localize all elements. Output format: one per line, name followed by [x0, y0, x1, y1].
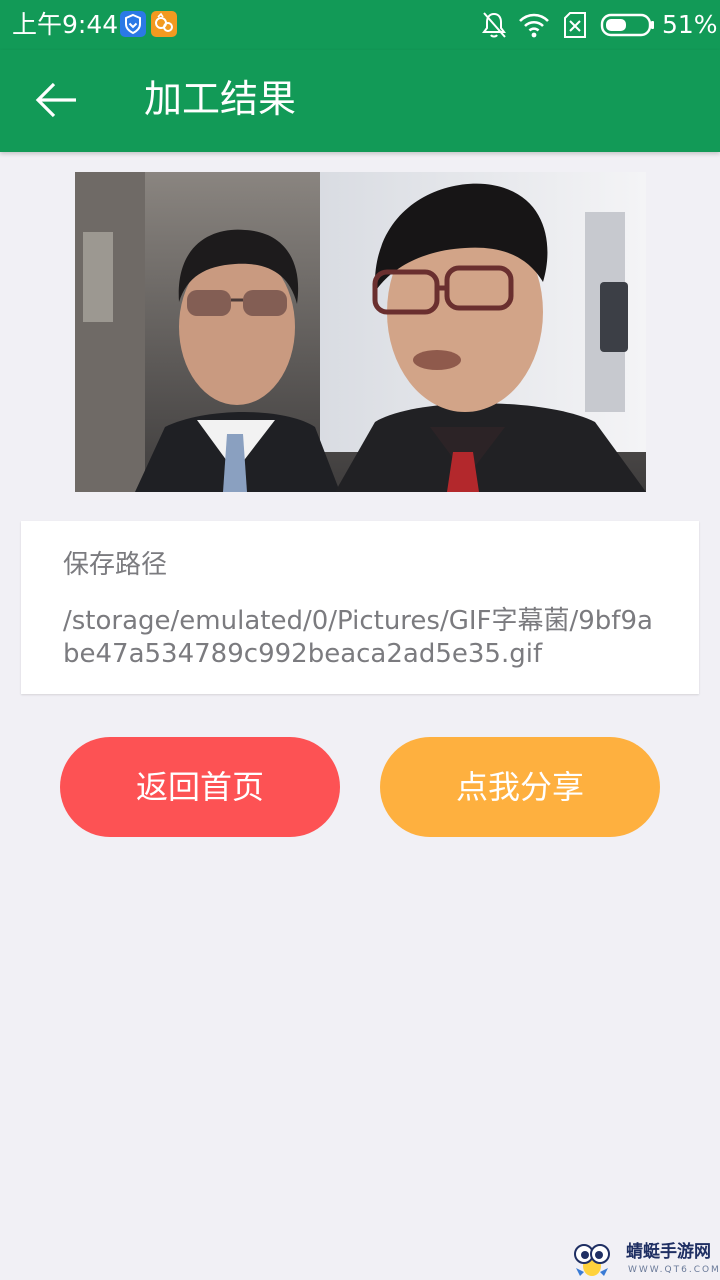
battery-level-fill	[606, 19, 626, 31]
battery-percent: 51%	[662, 10, 718, 39]
back-button[interactable]	[30, 76, 82, 124]
shield-icon	[120, 11, 146, 37]
wifi-icon	[517, 10, 551, 44]
mute-bell-icon	[480, 10, 508, 44]
site-watermark: 蜻蜓手游网 WWW.QT6.COM	[570, 1240, 720, 1280]
gif-preview[interactable]	[75, 172, 646, 492]
app-bar: 加工结果	[0, 50, 720, 152]
save-path-label: 保存路径	[63, 550, 168, 580]
site-watermark-url: WWW.QT6.COM	[628, 1265, 720, 1275]
page-title: 加工结果	[144, 77, 297, 121]
back-arrow-icon	[35, 82, 76, 118]
share-button[interactable]: 点我分享	[380, 737, 660, 837]
uc-browser-icon	[151, 11, 177, 37]
save-path-card: 保存路径 /storage/emulated/0/Pictures/GIF字幕菌…	[21, 521, 699, 694]
sim-off-icon	[562, 10, 588, 44]
dragonfly-logo-icon	[574, 1244, 610, 1276]
gif-preview-image	[75, 172, 646, 492]
battery-icon	[600, 12, 656, 42]
status-time: 上午9:44	[12, 10, 119, 39]
save-path-value: /storage/emulated/0/Pictures/GIF字幕菌/9bf9…	[63, 606, 653, 669]
back-to-home-button[interactable]: 返回首页	[60, 737, 340, 837]
status-bar: 上午9:44 51%	[0, 0, 720, 50]
site-watermark-name: 蜻蜓手游网	[626, 1242, 711, 1262]
